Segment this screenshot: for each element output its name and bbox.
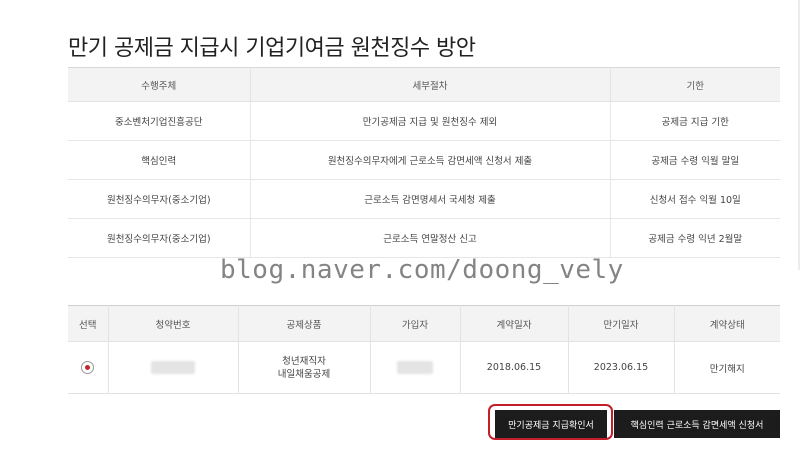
procedure-header-row: 수행주체 세부절차 기한 [68,67,780,102]
tax-reduction-application-button[interactable]: 핵심인력 근로소득 감면세액 신청서 [614,410,780,438]
header-select: 선택 [68,305,109,342]
deadline-cell: 신청서 접수 익월 10일 [610,179,780,219]
table-row: 원천징수의무자(중소기업) 근로소득 연말정산 신고 공제금 수령 익년 2월말 [68,218,780,258]
select-radio[interactable] [81,361,95,374]
maturity-payment-confirmation-button[interactable]: 만기공제금 지급확인서 [495,410,607,438]
product-name-line1: 청년재직자 [282,355,326,367]
product-cell: 청년재직자 내일채움공제 [238,341,371,394]
maturity-date-cell: 2023.06.15 [568,341,675,394]
header-maturity-date: 만기일자 [568,305,675,342]
procedure-cell: 근로소득 연말정산 신고 [250,218,611,258]
contract-status-cell: 만기해지 [674,341,780,394]
page-title: 만기 공제금 지급시 기업기여금 원천징수 방안 [68,36,476,61]
header-subscription-number: 청약번호 [108,305,239,342]
redacted-subscriber [397,361,433,374]
deadline-cell: 공제금 수령 익년 2월말 [610,218,780,258]
header-contract-date: 계약일자 [460,305,569,342]
header-deadline: 기한 [610,67,780,102]
product-name-line2: 내일채움공제 [277,368,331,380]
select-cell [68,341,109,394]
redacted-subscription-number [151,361,195,374]
subscription-number-cell [108,341,239,394]
contract-date-cell: 2018.06.15 [460,341,569,394]
header-performer: 수행주체 [68,67,251,102]
procedure-cell: 원천징수의무자에게 근로소득 감면세액 신청서 제출 [250,140,611,180]
performer-cell: 원천징수의무자(중소기업) [68,218,251,258]
header-product: 공제상품 [238,305,371,342]
deadline-cell: 공제금 지급 기한 [610,101,780,141]
table-row: 원천징수의무자(중소기업) 근로소득 감면명세서 국세청 제출 신청서 접수 익… [68,179,780,219]
deadline-cell: 공제금 수령 익월 말일 [610,140,780,180]
contract-row[interactable]: 청년재직자 내일채움공제 2018.06.15 2023.06.15 만기해지 [68,341,780,394]
header-contract-status: 계약상태 [674,305,780,342]
procedure-table: 수행주체 세부절차 기한 중소벤처기업진흥공단 만기공제금 지급 및 원천징수 … [68,67,780,258]
procedure-cell: 근로소득 감면명세서 국세청 제출 [250,179,611,219]
performer-cell: 중소벤처기업진흥공단 [68,101,251,141]
table-row: 핵심인력 원천징수의무자에게 근로소득 감면세액 신청서 제출 공제금 수령 익… [68,140,780,180]
table-row: 중소벤처기업진흥공단 만기공제금 지급 및 원천징수 제외 공제금 지급 기한 [68,101,780,141]
contract-header-row: 선택 청약번호 공제상품 가입자 계약일자 만기일자 계약상태 [68,305,780,342]
performer-cell: 핵심인력 [68,140,251,180]
header-detail-procedure: 세부절차 [250,67,611,102]
procedure-cell: 만기공제금 지급 및 원천징수 제외 [250,101,611,141]
blog-watermark: blog.naver.com/doong_vely [220,255,624,285]
contract-table: 선택 청약번호 공제상품 가입자 계약일자 만기일자 계약상태 청년재직자 내일… [68,305,780,394]
subscriber-cell [370,341,461,394]
header-subscriber: 가입자 [370,305,461,342]
performer-cell: 원천징수의무자(중소기업) [68,179,251,219]
